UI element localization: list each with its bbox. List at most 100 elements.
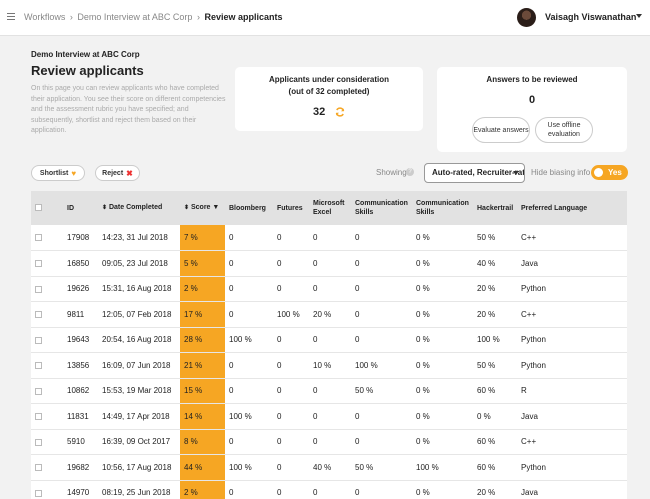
cell-date: 08:19, 25 Jun 2018 xyxy=(98,480,180,499)
cell-score: 44 % xyxy=(180,454,225,481)
column-header-futures[interactable]: Futures xyxy=(273,191,309,225)
cell-bloomberg: 0 xyxy=(225,378,273,404)
cell-language: C++ xyxy=(517,429,627,455)
row-select-cell xyxy=(31,480,63,499)
filter-icon[interactable]: ▼ xyxy=(212,204,219,211)
table-row[interactable]: 11831 14:49, 17 Apr 2018 14 % 100 % 0 0 0 0 % 0 … xyxy=(31,403,627,430)
cell-score: 14 % xyxy=(180,403,225,430)
cell-hackertrail: 40 % xyxy=(473,250,517,277)
row-checkbox[interactable] xyxy=(35,311,42,319)
cell-date: 15:31, 16 Aug 2018 xyxy=(98,276,180,302)
cell-language: C++ xyxy=(517,225,627,251)
reject-button[interactable]: Reject ✖ xyxy=(95,165,140,181)
column-header-communication-2[interactable]: Communication Skills xyxy=(412,191,473,225)
shortlist-label: Shortlist xyxy=(39,169,69,177)
cell-communication-1: 0 xyxy=(351,403,412,430)
cell-hackertrail: 60 % xyxy=(473,429,517,455)
row-select-cell xyxy=(31,403,63,430)
applicants-count: 32 xyxy=(313,106,326,118)
table-row[interactable]: 13856 16:09, 07 Jun 2018 21 % 0 0 10 % 100 % 0 … xyxy=(31,352,627,379)
column-header-score[interactable]: ⬍ Score ▼ xyxy=(180,191,225,225)
row-checkbox[interactable] xyxy=(35,285,42,293)
row-checkbox[interactable] xyxy=(35,336,42,344)
cell-communication-2: 0 % xyxy=(412,250,473,277)
cell-score: 28 % xyxy=(180,327,225,353)
cell-date: 12:05, 07 Feb 2018 xyxy=(98,301,180,328)
avatar[interactable] xyxy=(517,8,536,27)
applicants-card-title-line2: (out of 32 completed) xyxy=(288,87,370,96)
cell-futures: 0 xyxy=(273,225,309,251)
cell-communication-2: 0 % xyxy=(412,378,473,404)
cell-communication-2: 0 % xyxy=(412,225,473,251)
cell-id: 19626 xyxy=(63,276,98,302)
cell-communication-1: 50 % xyxy=(351,454,412,481)
chevron-down-icon[interactable] xyxy=(636,14,642,18)
cell-language: Java xyxy=(517,250,627,277)
offline-evaluation-button[interactable]: Use offline evaluation xyxy=(535,117,593,143)
column-header-communication-1[interactable]: Communication Skills xyxy=(351,191,412,225)
select-all-checkbox[interactable] xyxy=(35,204,42,212)
cell-excel: 0 xyxy=(309,480,351,499)
cell-hackertrail: 60 % xyxy=(473,378,517,404)
row-checkbox[interactable] xyxy=(35,260,42,268)
column-header-hackertrail[interactable]: Hackertrail xyxy=(473,191,517,225)
cell-date: 20:54, 16 Aug 2018 xyxy=(98,327,180,353)
cell-date: 14:49, 17 Apr 2018 xyxy=(98,403,180,430)
cell-bloomberg: 100 % xyxy=(225,454,273,481)
cell-id: 11831 xyxy=(63,403,98,430)
breadcrumb-current: Review applicants xyxy=(204,12,283,22)
cell-language: Java xyxy=(517,403,627,430)
cell-futures: 0 xyxy=(273,352,309,379)
cell-hackertrail: 50 % xyxy=(473,225,517,251)
cell-futures: 0 xyxy=(273,480,309,499)
cell-bloomberg: 0 xyxy=(225,429,273,455)
rating-filter-select[interactable]: Auto-rated, Recruiter-rated xyxy=(424,163,525,183)
cell-score: 2 % xyxy=(180,480,225,499)
row-checkbox[interactable] xyxy=(35,489,42,497)
table-header-row: ID ⬍ Date Completed ⬍ Score ▼ Bloomberg … xyxy=(31,191,627,225)
table-row[interactable]: 19643 20:54, 16 Aug 2018 28 % 100 % 0 0 0 0 % 10… xyxy=(31,327,627,353)
table-row[interactable]: 19626 15:31, 16 Aug 2018 2 % 0 0 0 0 0 % 20 % Pyt… xyxy=(31,276,627,302)
shortlist-button[interactable]: Shortlist ♥ xyxy=(31,165,85,181)
top-bar: Workflows › Demo Interview at ABC Corp ›… xyxy=(0,0,650,36)
table-row[interactable]: 17908 14:23, 31 Jul 2018 7 % 0 0 0 0 0 % 50 % C++ xyxy=(31,225,627,251)
showing-label: Showing xyxy=(376,168,407,177)
table-row[interactable]: 19682 10:56, 17 Aug 2018 44 % 100 % 0 40 % 50 … xyxy=(31,454,627,481)
user-name[interactable]: Vaisagh Viswanathan xyxy=(545,12,636,22)
column-header-id[interactable]: ID xyxy=(63,191,98,225)
row-checkbox[interactable] xyxy=(35,387,42,395)
hide-biasing-toggle[interactable]: Yes xyxy=(591,165,628,180)
select-all-cell xyxy=(31,191,63,225)
row-checkbox[interactable] xyxy=(35,234,42,242)
evaluate-answers-button[interactable]: Evaluate answers xyxy=(472,117,530,143)
column-header-language[interactable]: Preferred Language xyxy=(517,191,627,225)
cell-hackertrail: 20 % xyxy=(473,301,517,328)
breadcrumb-workflows[interactable]: Workflows xyxy=(24,12,65,22)
cell-hackertrail: 0 % xyxy=(473,403,517,430)
menu-icon[interactable] xyxy=(7,13,15,21)
cell-bloomberg: 0 xyxy=(225,301,273,328)
row-checkbox[interactable] xyxy=(35,362,42,370)
info-icon[interactable]: ? xyxy=(406,168,414,176)
row-checkbox[interactable] xyxy=(35,413,42,421)
cell-bloomberg: 100 % xyxy=(225,403,273,430)
column-header-excel[interactable]: Microsoft Excel xyxy=(309,191,351,225)
table-row[interactable]: 5910 16:39, 09 Oct 2017 8 % 0 0 0 0 0 % 60 % C++ xyxy=(31,429,627,455)
table-row[interactable]: 10862 15:53, 19 Mar 2018 15 % 0 0 0 50 % 0 % 60 … xyxy=(31,378,627,404)
row-checkbox[interactable] xyxy=(35,464,42,472)
row-select-cell xyxy=(31,327,63,353)
table-row[interactable]: 14970 08:19, 25 Jun 2018 2 % 0 0 0 0 0 % 20 % Jav… xyxy=(31,480,627,499)
row-select-cell xyxy=(31,378,63,404)
refresh-icon[interactable] xyxy=(335,107,345,117)
column-header-bloomberg[interactable]: Bloomberg xyxy=(225,191,273,225)
cell-excel: 0 xyxy=(309,250,351,277)
breadcrumb-interview[interactable]: Demo Interview at ABC Corp xyxy=(77,12,192,22)
row-checkbox[interactable] xyxy=(35,438,42,446)
cell-communication-2: 0 % xyxy=(412,480,473,499)
rating-filter-value: Auto-rated, Recruiter-rated xyxy=(432,168,525,177)
table-row[interactable]: 9811 12:05, 07 Feb 2018 17 % 0 100 % 20 % 0 0 %… xyxy=(31,301,627,328)
cell-excel: 0 xyxy=(309,378,351,404)
table-row[interactable]: 16850 09:05, 23 Jul 2018 5 % 0 0 0 0 0 % 40 % Jav… xyxy=(31,250,627,277)
cell-bloomberg: 0 xyxy=(225,352,273,379)
column-header-date[interactable]: ⬍ Date Completed xyxy=(98,191,180,225)
